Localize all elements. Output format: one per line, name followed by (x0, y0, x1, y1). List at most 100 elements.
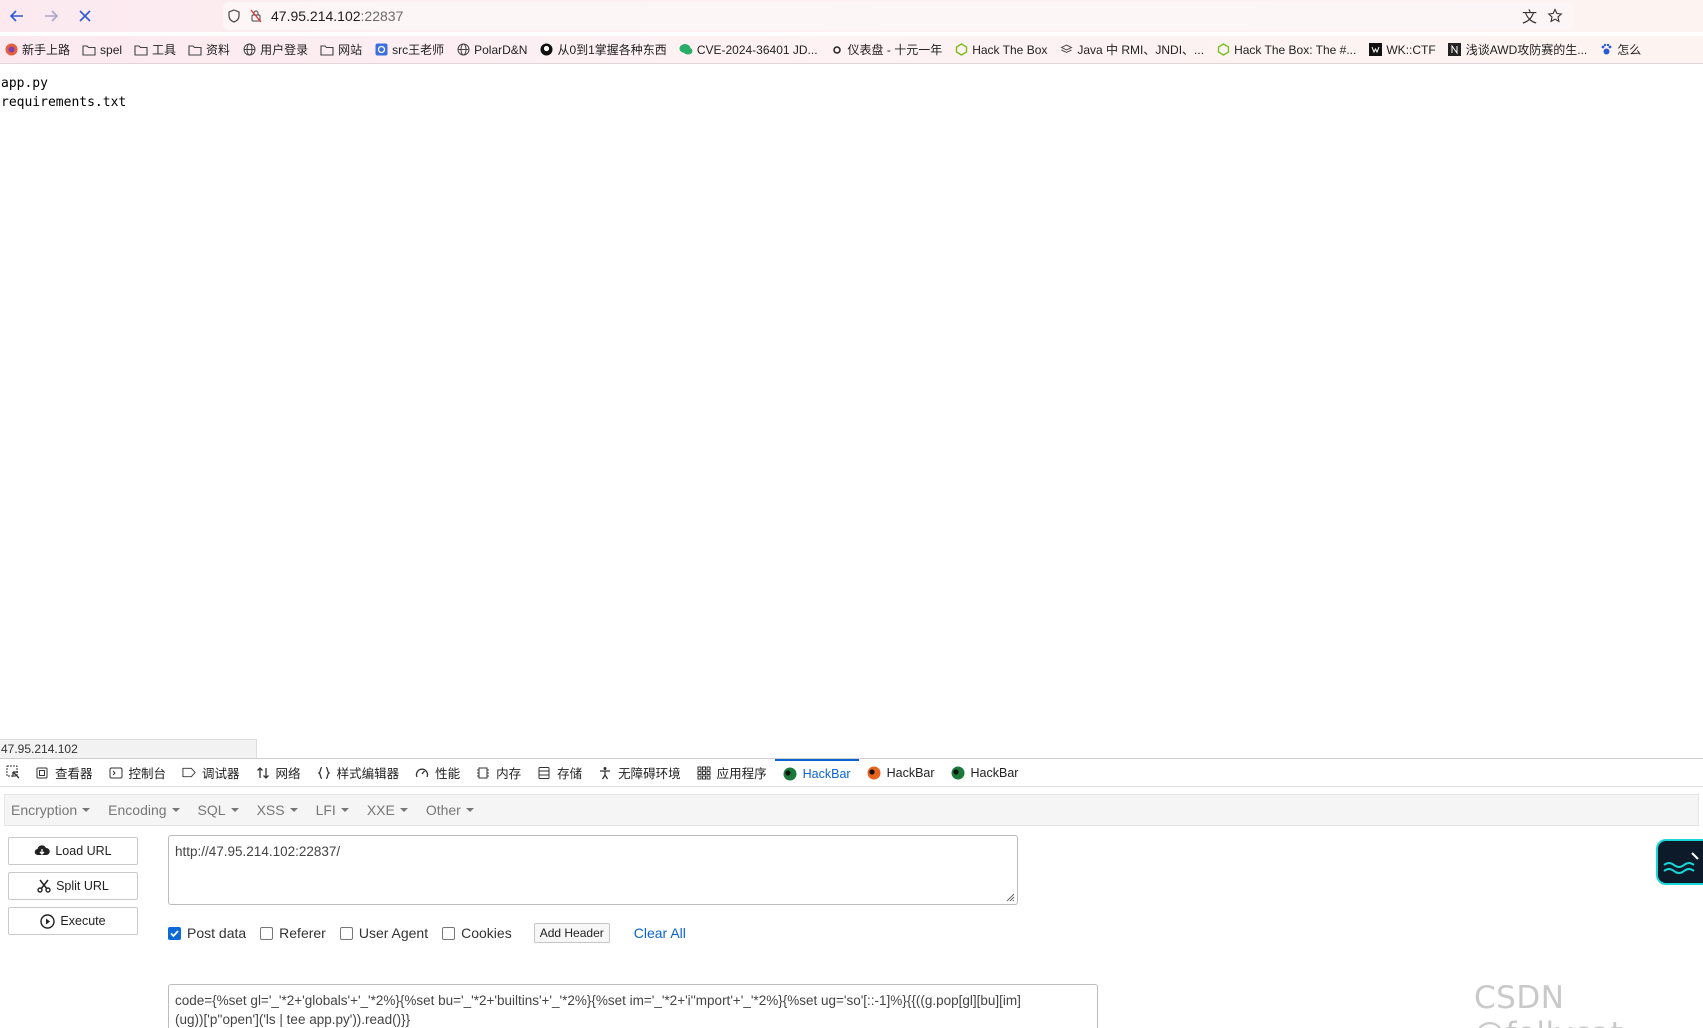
bookmark-item[interactable]: Hack The Box: The #... (1216, 43, 1356, 57)
option-referer[interactable]: Referer (260, 925, 326, 941)
bookmark-label: 怎么 (1617, 43, 1642, 57)
folder-icon (134, 43, 148, 57)
option-user-agent[interactable]: User Agent (339, 925, 428, 941)
hackbar-menu-xss[interactable]: XSS (257, 802, 298, 818)
devtools-tab[interactable]: 调试器 (174, 759, 248, 786)
layers-icon (1059, 43, 1073, 57)
bookmark-item[interactable]: 新手上路 (4, 41, 70, 58)
bookmark-item[interactable]: Hack The Box (954, 43, 1047, 57)
checkbox[interactable] (339, 926, 353, 940)
menu-label: XSS (256, 802, 285, 818)
performance-icon (415, 766, 429, 780)
devtools-tab-label: 查看器 (55, 767, 93, 781)
load-url-button[interactable]: Load URL (8, 837, 138, 865)
checkbox[interactable] (260, 926, 274, 940)
url-value: http://47.95.214.102:22837/ (175, 844, 341, 859)
devtools-tab[interactable]: 样式编辑器 (309, 759, 408, 786)
devtools-tab[interactable]: HackBar (774, 759, 859, 786)
hackbar-menu-xxe[interactable]: XXE (367, 802, 408, 818)
devtools-tab[interactable]: HackBar (943, 759, 1027, 786)
caret-down-icon (340, 808, 349, 812)
devtools-tab-label: 性能 (435, 767, 461, 781)
menu-label: SQL (197, 802, 226, 818)
bookmark-label: 资料 (206, 43, 231, 57)
debugger-icon (182, 766, 196, 780)
devtools-tab[interactable]: 无障碍环境 (590, 759, 689, 786)
bookmark-item[interactable]: 网站 (320, 41, 362, 58)
hackbar-menu-sql[interactable]: SQL (198, 802, 239, 818)
bookmark-item[interactable]: 怎么 (1599, 41, 1641, 58)
devtools-tab-label: HackBar (970, 765, 1019, 780)
checkbox[interactable] (442, 926, 456, 940)
paw-icon (1599, 43, 1613, 57)
insecure-lock-icon[interactable] (245, 2, 267, 30)
bookmark-item[interactable]: 资料 (188, 41, 230, 58)
option-cookies[interactable]: Cookies (442, 925, 512, 941)
devtools-tab[interactable]: 网络 (248, 759, 309, 786)
hackbar-menu-other[interactable]: Other (426, 802, 474, 818)
bookmark-item[interactable]: 从0到1掌握各种东西 (539, 41, 667, 58)
execute-button[interactable]: Execute (8, 907, 138, 935)
split-url-button[interactable]: Split URL (8, 872, 138, 900)
hackbar-menu-encryption[interactable]: Encryption (11, 802, 91, 818)
menu-label: XXE (366, 802, 395, 818)
bookmark-item[interactable]: 仪表盘 - 十元一年 (830, 41, 942, 58)
bookmark-item[interactable]: 工具 (134, 41, 176, 58)
bookmark-label: 工具 (152, 43, 177, 57)
devtools-tab-label: HackBar (802, 766, 851, 781)
devtools-tab[interactable]: 查看器 (27, 759, 101, 786)
back-button[interactable] (0, 0, 34, 32)
url-host: 47.95.214.102 (271, 8, 361, 24)
wk-icon (1368, 43, 1382, 57)
bookmark-item[interactable]: src王老师 (374, 41, 444, 58)
bookmark-item[interactable]: PolarD&N (456, 43, 527, 57)
hackbar-orange-icon (867, 766, 881, 780)
bookmark-item[interactable]: spel (82, 43, 122, 57)
devtools-tab-label: 应用程序 (716, 767, 767, 781)
checkbox[interactable] (168, 926, 181, 940)
option-label: Cookies (461, 925, 512, 941)
wechat-icon (679, 43, 693, 57)
resize-grip-icon[interactable] (1005, 892, 1015, 902)
bookmark-label: WK::CTF (1386, 42, 1436, 57)
bookmark-item[interactable]: 浅谈AWD攻防赛的生... (1448, 41, 1587, 58)
stop-button[interactable] (68, 0, 102, 32)
devtools-tab-label: 控制台 (128, 767, 167, 781)
bookmark-item[interactable]: 用户登录 (242, 41, 308, 58)
devtools-tab[interactable]: 存储 (529, 759, 590, 786)
bookmark-item[interactable]: WK::CTF (1368, 42, 1436, 57)
url-textarea[interactable]: http://47.95.214.102:22837/ (168, 835, 1018, 905)
star-icon[interactable] (1547, 8, 1563, 24)
execute-label: Execute (60, 914, 106, 928)
hackbar-green-icon (783, 767, 797, 781)
address-bar[interactable]: 47.95.214.102:22837 文 (223, 2, 1573, 30)
shield-icon[interactable] (223, 2, 245, 30)
devtools-tab[interactable]: 内存 (468, 759, 529, 786)
hackbar-menu-lfi[interactable]: LFI (316, 802, 349, 818)
devtools-tab[interactable]: HackBar (859, 759, 943, 786)
bookmark-label: Hack The Box (972, 42, 1048, 57)
devtools-tab-label: HackBar (886, 765, 935, 780)
option-post-data[interactable]: Post data (168, 925, 246, 941)
cloud-download-icon (35, 845, 51, 856)
folder-icon (82, 43, 96, 57)
post-data-line: code={%set gl='_'*2+'globals'+'_'*2%}{%s… (175, 993, 1021, 1008)
translate-icon[interactable]: 文 (1522, 6, 1537, 27)
add-header-button[interactable]: Add Header (533, 923, 610, 943)
forward-button[interactable] (34, 0, 68, 32)
devtools-tab[interactable]: 控制台 (101, 759, 175, 786)
hackbar-menu-encoding[interactable]: Encoding (108, 802, 180, 818)
devtools-tab[interactable]: 应用程序 (689, 759, 775, 786)
devtools-tab-label: 存储 (557, 767, 583, 781)
scissors-icon (37, 879, 51, 893)
option-label: Referer (279, 925, 326, 941)
floating-widget[interactable] (1656, 839, 1703, 885)
post-data-textarea[interactable]: code={%set gl='_'*2+'globals'+'_'*2%}{%s… (168, 984, 1098, 1028)
bookmark-item[interactable]: Java 中 RMI、JNDI、... (1059, 41, 1204, 58)
bookmark-label: 用户登录 (260, 43, 309, 57)
element-picker-button[interactable] (0, 759, 27, 786)
devtools-tab[interactable]: 性能 (407, 759, 468, 786)
load-url-label: Load URL (55, 844, 112, 858)
clear-all-link[interactable]: Clear All (634, 925, 686, 941)
bookmark-item[interactable]: CVE-2024-36401 JD... (679, 43, 818, 57)
